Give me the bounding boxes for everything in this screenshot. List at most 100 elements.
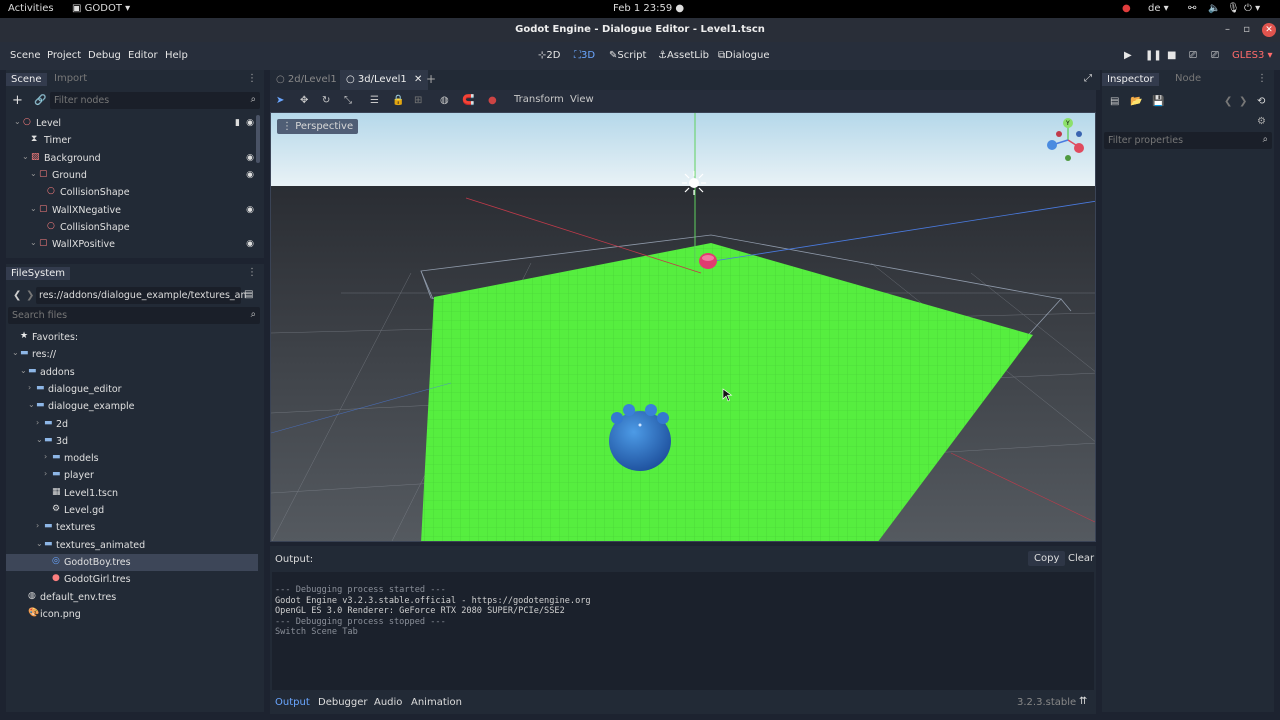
dock-menu-icon[interactable]: ⋮: [1254, 73, 1270, 84]
expand-arrow-icon[interactable]: ⌄: [12, 348, 19, 357]
expand-arrow-icon[interactable]: ›: [36, 521, 39, 530]
expand-arrow-icon[interactable]: ⌄: [22, 152, 29, 161]
tab-node[interactable]: Node: [1172, 73, 1204, 84]
pause-icon[interactable]: ❚❚: [1145, 50, 1162, 61]
search-files-input[interactable]: Search files ⌕: [8, 307, 260, 324]
expand-arrow-icon[interactable]: ⌄: [20, 366, 27, 375]
split-mode-icon[interactable]: ▤: [244, 289, 253, 300]
clock[interactable]: Feb 1 23:59 ●: [613, 3, 684, 14]
close-tab-icon[interactable]: ✕: [414, 74, 422, 85]
tab-scene[interactable]: Scene: [6, 73, 47, 86]
view-menu[interactable]: View: [570, 94, 594, 105]
history-forward-icon[interactable]: ❯: [1239, 96, 1247, 107]
dock-menu-icon[interactable]: ⋮: [244, 73, 260, 84]
expand-arrow-icon[interactable]: ⌄: [28, 400, 35, 409]
tab-debugger[interactable]: Debugger: [318, 697, 368, 708]
workspace-2d[interactable]: ⊹2D: [538, 50, 560, 61]
folder-dialogue-example[interactable]: ⌄ ▬ dialogue_example: [6, 398, 258, 415]
new-scene-tab-icon[interactable]: +: [426, 72, 436, 86]
volume-icon[interactable]: 🔈: [1208, 3, 1220, 14]
back-icon[interactable]: ❮: [13, 290, 21, 301]
tool-settings-icon[interactable]: ⚙: [1257, 116, 1266, 127]
node-timer[interactable]: ⧗ Timer: [6, 132, 254, 149]
close-window-button[interactable]: ✕: [1262, 23, 1276, 37]
folder-textures-animated[interactable]: ⌄ ▬ textures_animated: [6, 537, 258, 554]
folder-addons[interactable]: ⌄ ▬ addons: [6, 364, 258, 381]
favorites[interactable]: ★ Favorites:: [6, 329, 258, 346]
select-tool-icon[interactable]: ➤: [276, 95, 284, 106]
file-level1-tscn[interactable]: ▦ Level1.tscn: [6, 485, 258, 502]
tab-inspector[interactable]: Inspector: [1102, 73, 1159, 86]
node-wallxpositive[interactable]: ⌄ ▢ WallXPositive ◉: [6, 236, 254, 253]
node-background[interactable]: ⌄ ▨ Background ◉: [6, 150, 254, 167]
file-icon-png[interactable]: 🎨 icon.png: [6, 606, 258, 623]
copy-button[interactable]: Copy: [1028, 551, 1066, 566]
menu-help[interactable]: Help: [165, 50, 188, 61]
workspace-3d[interactable]: ⛶3D: [574, 50, 595, 61]
tab-animation[interactable]: Animation: [411, 697, 462, 708]
instance-scene-icon[interactable]: 🔗: [34, 95, 46, 106]
file-godotboy-tres[interactable]: ◎ GodotBoy.tres: [6, 553, 258, 571]
folder-player[interactable]: › ▬ player: [6, 467, 258, 484]
node-collisionshape[interactable]: ○ CollisionShape: [6, 184, 254, 201]
filter-properties-input[interactable]: Filter properties ⌕: [1104, 132, 1272, 149]
menu-debug[interactable]: Debug: [88, 50, 121, 61]
expand-arrow-icon[interactable]: ⌄: [36, 435, 43, 444]
filter-nodes-input[interactable]: Filter nodes ⌕: [50, 92, 260, 109]
add-node-icon[interactable]: +: [12, 93, 23, 108]
script-icon[interactable]: ▮: [235, 118, 240, 128]
clear-button[interactable]: Clear: [1062, 551, 1100, 566]
dock-menu-icon[interactable]: ⋮: [244, 267, 260, 278]
expand-arrow-icon[interactable]: ›: [44, 452, 47, 461]
record-indicator-icon[interactable]: ●: [1122, 3, 1131, 14]
node-collisionshape[interactable]: ○ CollisionShape: [6, 219, 254, 236]
camera-preview-icon[interactable]: ●: [488, 95, 497, 106]
move-tool-icon[interactable]: ✥: [300, 95, 308, 106]
expand-arrow-icon[interactable]: ⌄: [36, 539, 43, 548]
play-icon[interactable]: ▶: [1124, 50, 1132, 61]
expand-arrow-icon[interactable]: ⌄: [30, 169, 37, 178]
renderer-selector[interactable]: GLES3 ▾: [1232, 50, 1273, 61]
folder-res[interactable]: ⌄ ▬ res://: [6, 346, 258, 363]
play-custom-scene-icon[interactable]: ⎚: [1211, 50, 1219, 61]
scene-tree-scrollbar[interactable]: [256, 115, 260, 163]
play-scene-icon[interactable]: ⎚: [1189, 50, 1197, 61]
maximize-button[interactable]: ▫: [1243, 18, 1250, 42]
tab-2d-level1[interactable]: ○ 2d/Level1: [276, 74, 337, 85]
menu-project[interactable]: Project: [47, 50, 81, 61]
minimize-button[interactable]: –: [1225, 18, 1230, 42]
distraction-free-icon[interactable]: ⤢: [1084, 73, 1092, 84]
new-resource-icon[interactable]: ▤: [1110, 96, 1119, 107]
viewport-scene[interactable]: Y: [271, 113, 1096, 542]
folder-models[interactable]: › ▬ models: [6, 450, 258, 467]
tab-output[interactable]: Output: [275, 697, 310, 708]
expand-arrow-icon[interactable]: ⌄: [30, 204, 37, 213]
microphone-icon[interactable]: 🎙: [1227, 3, 1240, 14]
network-icon[interactable]: ⚯: [1188, 3, 1196, 14]
path-field[interactable]: res://addons/dialogue_example/textures_a…: [36, 287, 247, 304]
collapse-panel-icon[interactable]: ⇈: [1079, 696, 1087, 707]
stop-icon[interactable]: ■: [1167, 50, 1176, 61]
expand-arrow-icon[interactable]: ›: [44, 469, 47, 478]
forward-icon[interactable]: ❯: [26, 290, 34, 301]
tab-import[interactable]: Import: [51, 73, 90, 84]
menu-scene[interactable]: Scene: [10, 50, 41, 61]
visibility-eye-icon[interactable]: ◉: [246, 239, 254, 249]
tab-filesystem[interactable]: FileSystem: [6, 267, 71, 280]
light-icon[interactable]: [682, 171, 706, 195]
visibility-eye-icon[interactable]: ◉: [246, 153, 254, 163]
workspace-script[interactable]: ✎Script: [609, 50, 646, 61]
visibility-eye-icon[interactable]: ◉: [246, 170, 254, 180]
app-menu[interactable]: ▣ GODOT ▾: [72, 3, 130, 14]
history-icon[interactable]: ⟲: [1257, 96, 1265, 107]
scale-tool-icon[interactable]: ⤡: [344, 95, 352, 106]
power-icon[interactable]: ⏻ ▾: [1244, 3, 1260, 14]
snap-icon[interactable]: 🧲: [462, 95, 474, 106]
transform-menu[interactable]: Transform: [514, 94, 564, 105]
3d-viewport[interactable]: Y ⋮ Perspective: [270, 112, 1096, 542]
group-icon[interactable]: ⊞: [414, 95, 422, 106]
local-space-icon[interactable]: ◍: [440, 95, 449, 106]
file-level-gd[interactable]: ⚙ Level.gd: [6, 502, 258, 519]
node-wallxnegative[interactable]: ⌄ ▢ WallXNegative ◉: [6, 202, 254, 219]
save-resource-icon[interactable]: 💾: [1152, 96, 1164, 107]
